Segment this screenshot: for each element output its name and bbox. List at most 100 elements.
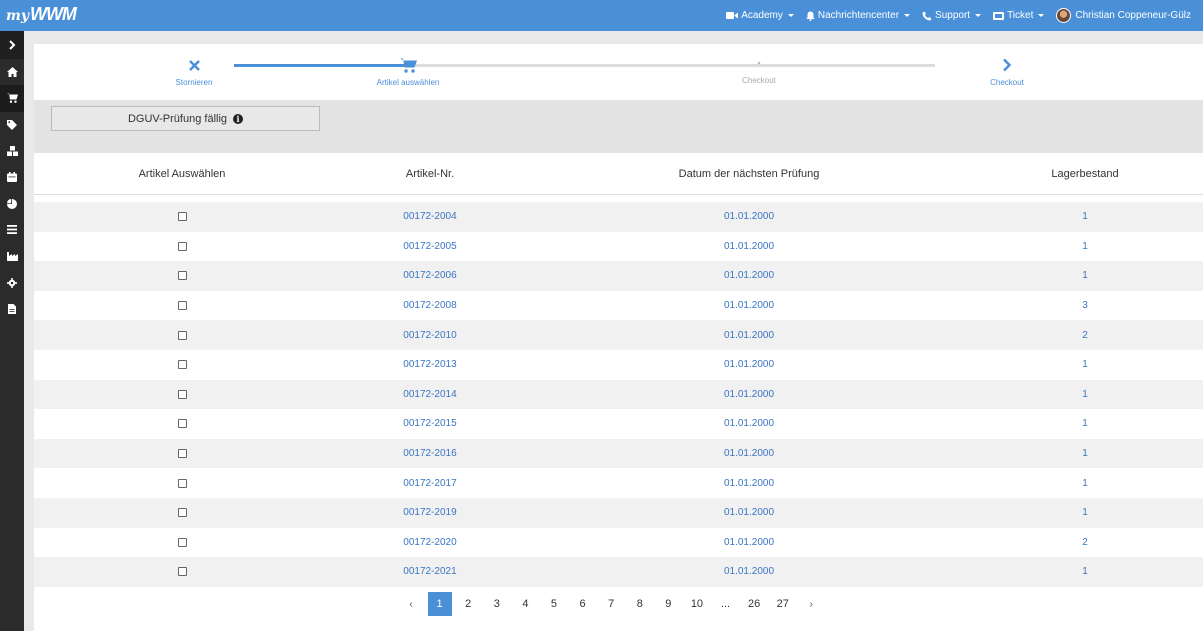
checkout-stepper: Stornieren Artikel auswählen Checkout Ch… bbox=[34, 44, 1203, 100]
pagination-page-26[interactable]: 26 bbox=[742, 592, 766, 616]
table-row: 00172-2010 01.01.2000 2 bbox=[34, 320, 1203, 350]
article-number-link[interactable]: 00172-2004 bbox=[380, 202, 480, 232]
stock-value: 2 bbox=[1082, 536, 1088, 548]
sidebar-item-tags[interactable] bbox=[0, 112, 24, 138]
home-icon bbox=[6, 67, 18, 78]
step-select-articles[interactable]: Artikel auswählen bbox=[358, 56, 458, 87]
next-inspection-date: 01.01.2000 bbox=[723, 388, 775, 400]
header-select: Artikel Auswählen bbox=[138, 168, 226, 180]
article-number-link[interactable]: 00172-2008 bbox=[380, 291, 480, 321]
next-inspection-date: 01.01.2000 bbox=[723, 300, 775, 312]
phone-icon bbox=[922, 11, 932, 20]
row-checkbox[interactable] bbox=[177, 537, 187, 547]
brand-logo[interactable]: my WWM bbox=[6, 4, 77, 25]
row-select-cell bbox=[132, 380, 232, 410]
sidebar-item-reports[interactable] bbox=[0, 190, 24, 216]
table-header: Artikel Auswählen Artikel-Nr. Datum der … bbox=[34, 153, 1203, 195]
sidebar-item-home[interactable] bbox=[0, 59, 24, 85]
article-number-link[interactable]: 00172-2019 bbox=[380, 498, 480, 528]
row-checkbox[interactable] bbox=[177, 567, 187, 577]
pagination-page-5[interactable]: 5 bbox=[542, 592, 566, 616]
pagination-page-6[interactable]: 6 bbox=[571, 592, 595, 616]
article-number-link[interactable]: 00172-2014 bbox=[380, 380, 480, 410]
pagination-page-8[interactable]: 8 bbox=[628, 592, 652, 616]
row-checkbox[interactable] bbox=[177, 419, 187, 429]
next-inspection-date: 01.01.2000 bbox=[723, 359, 775, 371]
sidebar-toggle[interactable] bbox=[0, 31, 24, 59]
article-number-link[interactable]: 00172-2013 bbox=[380, 350, 480, 380]
article-number-link[interactable]: 00172-2015 bbox=[380, 409, 480, 439]
support-menu[interactable]: Support bbox=[916, 0, 987, 31]
article-number-link[interactable]: 00172-2017 bbox=[380, 468, 480, 498]
pagination-page-2[interactable]: 2 bbox=[456, 592, 480, 616]
row-checkbox[interactable] bbox=[177, 508, 187, 518]
next-inspection-date: 01.01.2000 bbox=[723, 211, 775, 223]
row-checkbox[interactable] bbox=[177, 271, 187, 281]
pagination-page-10[interactable]: 10 bbox=[685, 592, 709, 616]
cart-icon bbox=[399, 58, 417, 73]
article-number-link[interactable]: 00172-2016 bbox=[380, 439, 480, 469]
pagination-page-1[interactable]: 1 bbox=[427, 592, 452, 616]
pagination-ellipsis: ... bbox=[720, 598, 731, 610]
sidebar-item-inventory[interactable] bbox=[0, 138, 24, 164]
dguv-filter-label: DGUV-Prüfung fällig bbox=[127, 112, 228, 125]
row-checkbox[interactable] bbox=[177, 330, 187, 340]
article-number-link[interactable]: 00172-2021 bbox=[380, 557, 480, 587]
sidebar-item-documents[interactable] bbox=[0, 296, 24, 322]
sidebar-item-calendar[interactable] bbox=[0, 164, 24, 190]
table-row: 00172-2015 01.01.2000 1 bbox=[34, 409, 1203, 439]
ticket-menu[interactable]: Ticket bbox=[987, 0, 1050, 31]
chevron-down-icon bbox=[1038, 14, 1045, 17]
pagination-page-4[interactable]: 4 bbox=[513, 592, 537, 616]
stock-value: 3 bbox=[1082, 300, 1088, 312]
pagination-prev-button[interactable]: ‹ bbox=[399, 592, 423, 616]
row-checkbox[interactable] bbox=[177, 478, 187, 488]
user-menu[interactable]: Christian Coppeneur-Gülz bbox=[1050, 0, 1197, 31]
step-checkout[interactable]: Checkout bbox=[957, 56, 1057, 87]
article-number-link[interactable]: 00172-2010 bbox=[380, 320, 480, 350]
table-row: 00172-2021 01.01.2000 1 bbox=[34, 557, 1203, 587]
avatar bbox=[1056, 8, 1072, 23]
pagination-page-27[interactable]: 27 bbox=[771, 592, 795, 616]
step-checkout-pending[interactable]: Checkout bbox=[709, 54, 809, 85]
next-inspection-date: 01.01.2000 bbox=[723, 507, 775, 519]
gear-icon bbox=[7, 277, 17, 288]
stock-value: 1 bbox=[1082, 270, 1088, 282]
chevron-right-icon bbox=[9, 40, 16, 50]
row-checkbox[interactable] bbox=[177, 212, 187, 222]
step-cancel[interactable]: Stornieren bbox=[144, 56, 244, 87]
row-checkbox[interactable] bbox=[177, 360, 187, 370]
next-inspection-date: 01.01.2000 bbox=[723, 240, 775, 252]
row-checkbox[interactable] bbox=[177, 449, 187, 459]
article-number-link[interactable]: 00172-2005 bbox=[380, 232, 480, 262]
row-checkbox[interactable] bbox=[177, 241, 187, 251]
dguv-filter-button[interactable]: DGUV-Prüfung fällig i bbox=[51, 106, 320, 131]
top-bar: my WWM Academy Nachrichtencenter Support… bbox=[0, 0, 1203, 31]
row-select-cell bbox=[132, 232, 232, 262]
notifications-menu[interactable]: Nachrichtencenter bbox=[800, 0, 916, 31]
next-inspection-date: 01.01.2000 bbox=[723, 448, 775, 460]
sidebar-item-cart[interactable] bbox=[0, 85, 24, 112]
ticket-label: Ticket bbox=[1007, 10, 1034, 21]
stock-value: 2 bbox=[1082, 329, 1088, 341]
stock-value: 1 bbox=[1082, 359, 1088, 371]
sidebar-item-settings[interactable] bbox=[0, 269, 24, 295]
pagination-page-7[interactable]: 7 bbox=[599, 592, 623, 616]
pagination-page-3[interactable]: 3 bbox=[485, 592, 509, 616]
table-row: 00172-2006 01.01.2000 1 bbox=[34, 261, 1203, 291]
pagination-page-9[interactable]: 9 bbox=[656, 592, 680, 616]
table-row: 00172-2013 01.01.2000 1 bbox=[34, 350, 1203, 380]
row-checkbox[interactable] bbox=[177, 389, 187, 399]
header-article-number: Artikel-Nr. bbox=[405, 168, 455, 180]
pagination-next-button[interactable]: › bbox=[799, 592, 823, 616]
table-row: 00172-2004 01.01.2000 1 bbox=[34, 202, 1203, 232]
stock-value: 1 bbox=[1082, 448, 1088, 460]
article-number-link[interactable]: 00172-2020 bbox=[380, 528, 480, 558]
row-checkbox[interactable] bbox=[177, 301, 187, 311]
sidebar-item-factory[interactable] bbox=[0, 243, 24, 269]
stock-value: 1 bbox=[1082, 507, 1088, 519]
academy-menu[interactable]: Academy bbox=[720, 0, 800, 31]
sidebar-item-list[interactable] bbox=[0, 217, 24, 243]
article-number-link[interactable]: 00172-2006 bbox=[380, 261, 480, 291]
table-row: 00172-2008 01.01.2000 3 bbox=[34, 291, 1203, 321]
